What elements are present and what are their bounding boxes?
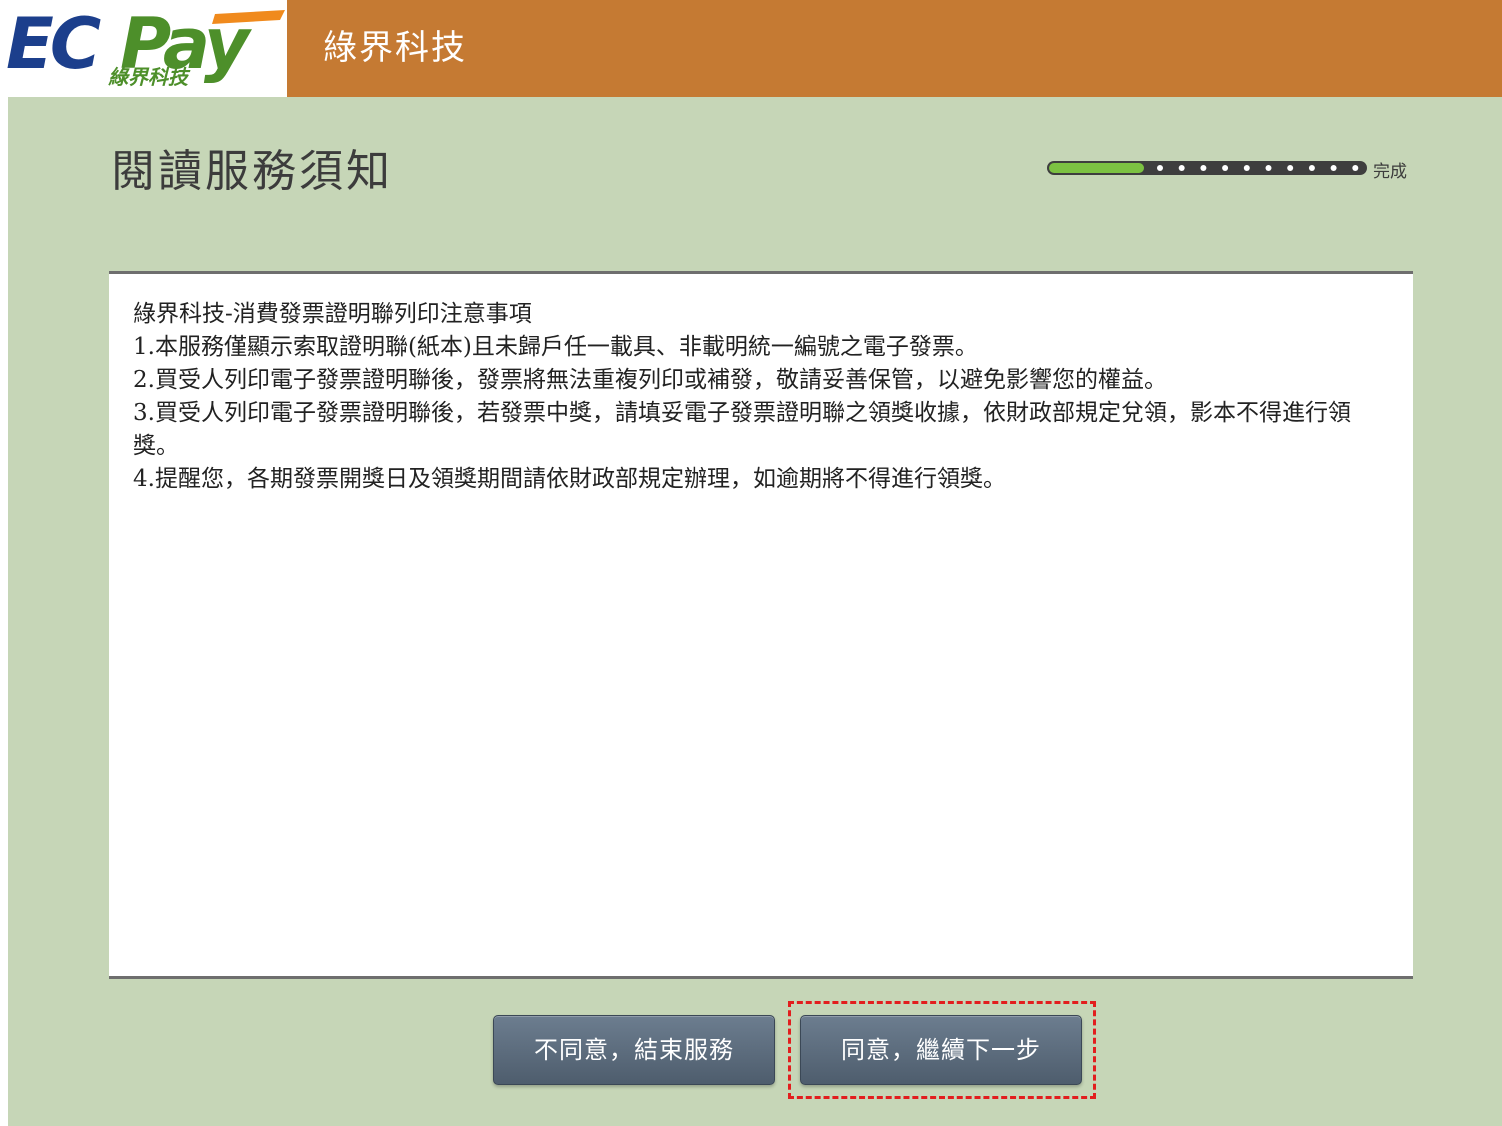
app-header: EC Pay 綠界科技 綠界科技 [0,0,1502,97]
progress-step-dot [1200,165,1207,171]
header-band: 綠界科技 [287,0,1502,97]
progress-step-dot [1178,165,1185,171]
progress-bar [1046,160,1368,176]
agree-button[interactable]: 同意，繼續下一步 [800,1015,1082,1085]
disagree-button[interactable]: 不同意，結束服務 [493,1015,775,1085]
progress-step-dot [1330,165,1337,171]
progress-step-dot [1157,165,1163,171]
progress-track [1047,161,1367,175]
notice-item-4: 4.提醒您，各期發票開獎日及領獎期間請依財政部規定辦理，如逾期將不得進行領獎。 [133,466,1006,492]
notice-item-2: 2.買受人列印電子發票證明聯後，發票將無法重複列印或補發，敬請妥善保管，以避免影… [133,367,1167,393]
svg-text:綠界科技: 綠界科技 [108,65,191,89]
progress-fill [1049,163,1144,173]
notice-heading: 綠界科技-消費發票證明聯列印注意事項 [133,301,532,327]
ecpay-logo[interactable]: EC Pay 綠界科技 [0,0,287,97]
progress-step-dot [1222,165,1229,171]
notice-item-3: 3.買受人列印電子發票證明聯後，若發票中獎，請填妥電子發票證明聯之領獎收據，依財… [133,400,1351,459]
main-panel: 閱讀服務須知 完成 綠界科技-消費發票證明聯列印注意事項 1.本服務僅顯示索取證… [8,97,1502,1126]
progress-step-dot [1287,165,1294,171]
progress-step-dot [1265,165,1272,171]
notice-content: 綠界科技-消費發票證明聯列印注意事項 1.本服務僅顯示索取證明聯(紙本)且未歸戶… [133,298,1383,496]
progress-step-dot [1243,165,1250,171]
progress-step-dot [1352,165,1359,171]
header-title: 綠界科技 [323,28,467,68]
svg-text:EC: EC [6,3,101,85]
progress-label: 完成 [1373,162,1407,182]
ecpay-logo-graphic: EC Pay 綠界科技 [6,3,285,89]
page-title: 閱讀服務須知 [111,146,393,197]
progress-step-dot [1308,165,1315,171]
service-notice: 綠界科技-消費發票證明聯列印注意事項 1.本服務僅顯示索取證明聯(紙本)且未歸戶… [109,271,1413,979]
notice-item-1: 1.本服務僅顯示索取證明聯(紙本)且未歸戶任一載具、非載明統一編號之電子發票。 [133,334,978,360]
